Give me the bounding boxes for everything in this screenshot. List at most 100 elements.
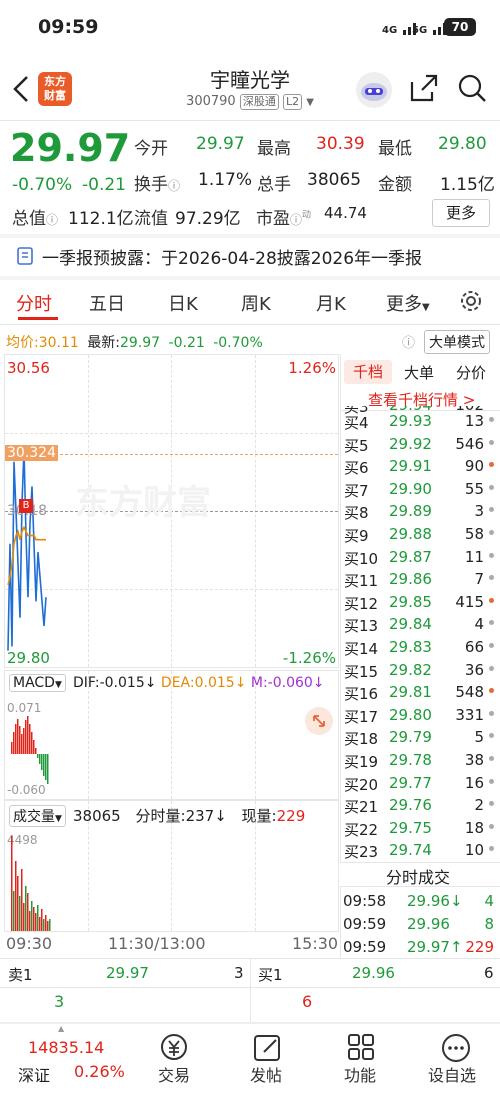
macd-selector[interactable]: MACD▼: [9, 674, 66, 692]
trade-icon[interactable]: [158, 1032, 190, 1064]
tab-5day[interactable]: 五日: [89, 290, 125, 316]
float-value: 97.29亿: [175, 209, 241, 229]
orderbook-dot: [489, 552, 494, 558]
more-button[interactable]: 更多: [432, 199, 490, 227]
info-icon[interactable]: ⓘ: [290, 213, 302, 227]
tab-intraday[interactable]: 分时: [16, 290, 52, 316]
orderbook-level: 买22: [344, 820, 379, 839]
y-max-label: 30.56: [7, 359, 50, 377]
orderbook-level: 买23: [344, 843, 379, 862]
buy1-price: 29.96: [352, 964, 395, 982]
orderbook-row[interactable]: 买21 29.76 2: [343, 796, 496, 819]
trade-time: 09:59: [343, 915, 387, 933]
volume-panel[interactable]: 成交量▼ 38065 分时量:237↓ 现量:229 4498: [4, 800, 339, 932]
orderbook-dot: [489, 417, 494, 422]
volume-bar: [19, 896, 21, 931]
dropdown-icon[interactable]: ▼: [306, 97, 314, 108]
orderbook-row[interactable]: 买22 29.75 18: [343, 819, 496, 842]
turnover-value: 1.17%: [198, 170, 253, 190]
macd-bar: [21, 734, 23, 754]
orderbook-row[interactable]: 买13 29.84 4: [343, 615, 496, 638]
orderbook-row[interactable]: 买20 29.77 16: [343, 774, 496, 797]
orderbook-dot: [489, 823, 494, 829]
post-label[interactable]: 发帖: [250, 1062, 282, 1086]
index-pct[interactable]: 0.26%: [74, 1062, 125, 1081]
orderbook-price: 29.92: [389, 434, 432, 453]
orderbook-row[interactable]: 买7 29.90 55: [343, 480, 496, 503]
orderbook-row[interactable]: 买15 29.82 36: [343, 661, 496, 684]
orderbook-tab-price[interactable]: 分价: [456, 362, 486, 383]
orderbook-row[interactable]: 买11 29.86 7: [343, 570, 496, 593]
index-name[interactable]: 深证: [18, 1062, 50, 1086]
orderbook-qty: 548: [455, 683, 484, 702]
orderbook-row[interactable]: 买5 29.92 546: [343, 435, 496, 458]
turnover-label: 换手ⓘ: [134, 175, 181, 195]
orderbook-row[interactable]: 买9 29.88 58: [343, 525, 496, 548]
info-icon[interactable]: ⓘ: [168, 179, 180, 193]
orderbook-row[interactable]: 买17 29.80 331: [343, 706, 496, 729]
tab-monthly-k[interactable]: 月K: [316, 290, 346, 316]
function-icon[interactable]: [346, 1032, 378, 1064]
orderbook-row[interactable]: 买19 29.78 38: [343, 751, 496, 774]
orderbook-row[interactable]: 买12 29.85 415: [343, 593, 496, 616]
expand-icon[interactable]: [305, 707, 333, 735]
collapse-icon[interactable]: ▲: [58, 1024, 64, 1033]
orderbook-row[interactable]: 买14 29.83 66: [343, 638, 496, 661]
tab-daily-k[interactable]: 日K: [168, 290, 198, 316]
orderbook-tab-qiandang[interactable]: 千档: [344, 360, 392, 384]
orderbook-dot: [489, 778, 494, 784]
notice-text[interactable]: 一季报预披露：于2026-04-28披露2026年一季报: [42, 244, 422, 269]
orderbook-qty: 331: [455, 705, 484, 724]
tab-weekly-k[interactable]: 周K: [241, 290, 271, 316]
price-chart[interactable]: 30.56 1.26% 29.80 -1.26% 30.324 30.18 B …: [4, 354, 339, 668]
volume-selector[interactable]: 成交量▼: [9, 805, 66, 827]
settings-icon[interactable]: [458, 288, 484, 318]
orderbook-tab-big[interactable]: 大单: [404, 362, 434, 383]
big-order-mode-button[interactable]: 大单模式: [424, 330, 490, 354]
orderbook-row[interactable]: 买8 29.89 3: [343, 502, 496, 525]
add-watchlist-label[interactable]: 设自选: [428, 1062, 476, 1086]
volume-bar: [47, 921, 49, 931]
avatar[interactable]: [356, 72, 392, 108]
pe-label: 市盈ⓘ动: [256, 209, 312, 229]
add-watchlist-icon[interactable]: [440, 1032, 472, 1064]
orderbook-price: 29.93: [389, 412, 432, 430]
low-value: 29.80: [438, 134, 487, 154]
index-value[interactable]: 14835.14: [28, 1038, 104, 1057]
orderbook-price: 29.81: [389, 683, 432, 702]
orderbook-row[interactable]: 买23 29.74 10: [343, 841, 496, 864]
tab-more[interactable]: 更多▼: [386, 290, 430, 316]
volume-bar: [29, 911, 31, 931]
volume-bar: [13, 891, 15, 931]
orderbook-row[interactable]: 买18 29.79 5: [343, 728, 496, 751]
macd-bar: [39, 754, 41, 764]
search-icon[interactable]: [456, 72, 488, 108]
post-icon[interactable]: [252, 1032, 284, 1064]
macd-panel[interactable]: MACD▼ DIF:-0.015↓ DEA:0.015↓ M:-0.060↓ 0…: [4, 670, 339, 800]
volume-bar: [31, 901, 33, 931]
orderbook-price: 29.89: [389, 502, 432, 521]
orderbook-row[interactable]: 买10 29.87 11: [343, 548, 496, 571]
orderbook-qty: 55: [464, 479, 484, 498]
trade-label[interactable]: 交易: [158, 1062, 190, 1086]
tab-indicator: [18, 317, 58, 320]
volume-bar: [25, 886, 27, 931]
share-icon[interactable]: [408, 72, 440, 108]
orderbook-row[interactable]: 买4 29.93 13: [343, 412, 496, 435]
help-icon[interactable]: ⓘ: [402, 332, 415, 351]
orderbook-row[interactable]: 买6 29.91 90: [343, 457, 496, 480]
orderbook-level: 买11: [344, 572, 379, 591]
x-label-close: 15:30: [292, 934, 339, 953]
macd-bar: [47, 754, 49, 784]
orderbook-qty: 36: [464, 660, 484, 679]
orderbook-qty: 66: [464, 638, 484, 656]
macd-bar: [11, 742, 13, 754]
buy-sell-marker[interactable]: B: [19, 499, 33, 513]
orderbook-price: 29.78: [389, 751, 432, 769]
macd-bars: [11, 716, 49, 784]
orderbook-price: 29.79: [389, 728, 432, 747]
info-icon[interactable]: ⓘ: [46, 213, 58, 227]
orderbook-level: 买18: [344, 730, 379, 749]
orderbook-row[interactable]: 买16 29.81 548: [343, 683, 496, 706]
function-label[interactable]: 功能: [344, 1062, 376, 1086]
